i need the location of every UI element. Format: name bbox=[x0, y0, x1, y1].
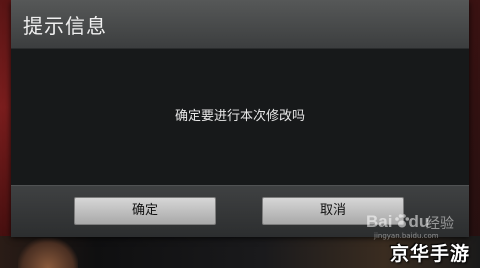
background-figure bbox=[18, 238, 78, 268]
confirm-button[interactable]: 确定 bbox=[74, 197, 216, 225]
background-app-left bbox=[0, 0, 11, 268]
dialog-title: 提示信息 bbox=[23, 14, 107, 38]
dialog-message: 确定要进行本次修改吗 bbox=[174, 109, 305, 124]
screen: 提示信息 确定要进行本次修改吗 确定 取消 Bai du 经验 jingyan.b… bbox=[0, 0, 480, 268]
dialog-body: 确定要进行本次修改吗 bbox=[11, 49, 469, 185]
dialog-header: 提示信息 bbox=[11, 0, 469, 49]
baidu-paw-icon bbox=[395, 214, 410, 228]
alert-dialog: 提示信息 确定要进行本次修改吗 确定 取消 bbox=[11, 0, 469, 237]
watermark-jingyan: 经验 bbox=[426, 216, 454, 232]
watermark: Bai du 经验 jingyan.baidu.com 京华手游 bbox=[366, 212, 476, 265]
watermark-brand: 京华手游 bbox=[390, 243, 471, 265]
